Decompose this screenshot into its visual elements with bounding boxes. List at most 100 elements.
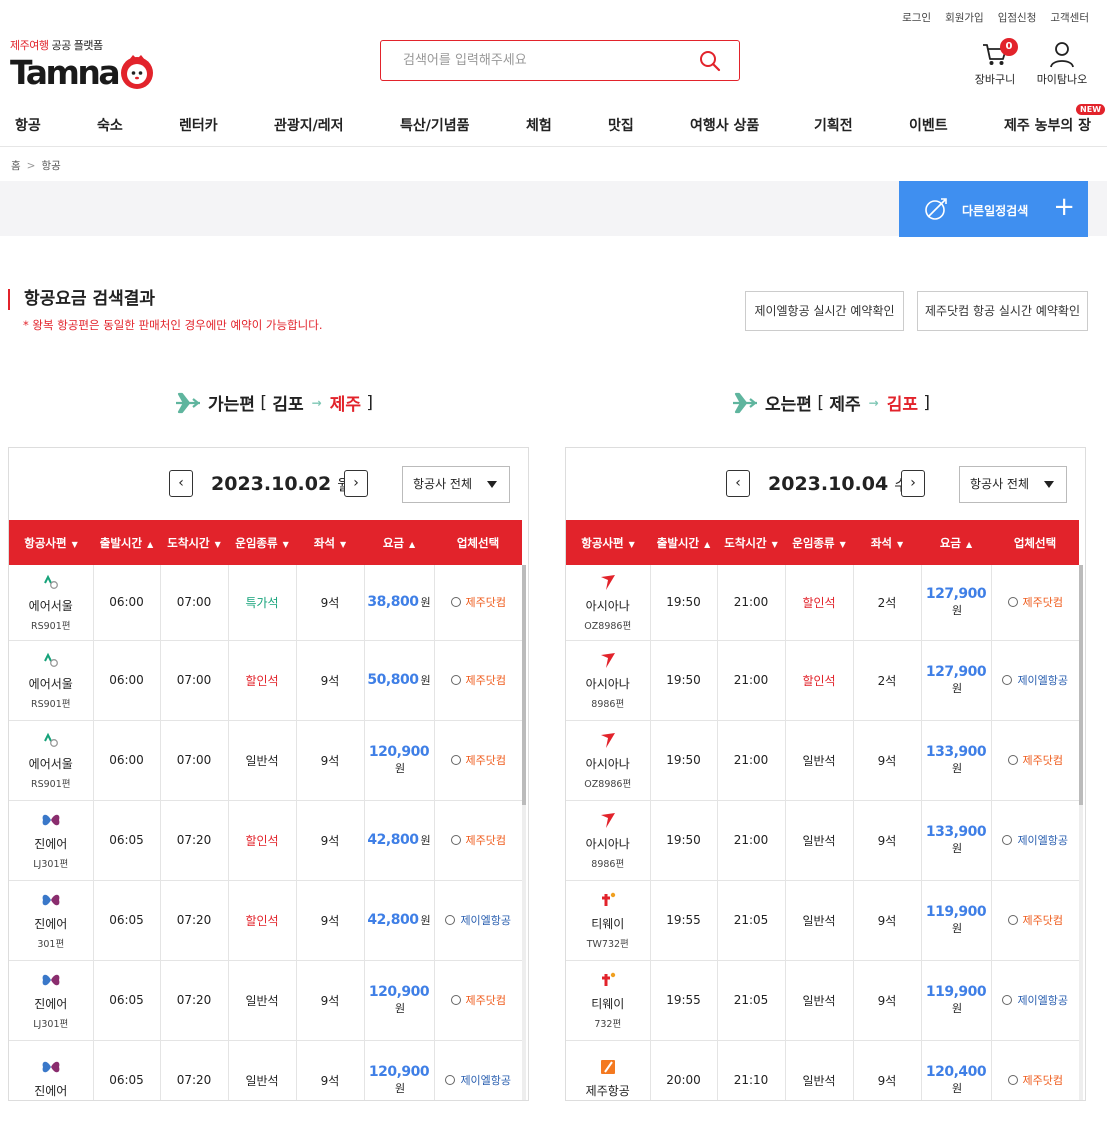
airline-logo-icon bbox=[566, 573, 650, 591]
radio-icon[interactable] bbox=[450, 675, 461, 685]
column-header[interactable]: 운임종류 ▼ bbox=[228, 520, 296, 565]
airline-logo-icon bbox=[9, 731, 93, 749]
column-header[interactable]: 요금 ▲ bbox=[364, 520, 434, 565]
departure-time: 20:00 bbox=[650, 1040, 718, 1100]
nav-travel-agency[interactable]: 여행사 상품 bbox=[690, 115, 759, 135]
airline-name: 티웨이 bbox=[591, 996, 625, 1011]
my-page-button[interactable]: 마이탐나오 bbox=[1034, 40, 1090, 87]
airline-filter-select[interactable]: 항공사 전체 bbox=[959, 466, 1067, 503]
price-cell: 127,900원 bbox=[921, 565, 992, 641]
airline-cell: 진에어 LJ301편 bbox=[9, 960, 94, 1041]
vendor-radio[interactable]: 제주닷컴 bbox=[1007, 596, 1063, 609]
radio-icon[interactable] bbox=[1002, 835, 1013, 845]
nav-experience[interactable]: 체험 bbox=[526, 115, 552, 135]
radio-icon[interactable] bbox=[1007, 755, 1018, 765]
vendor-radio[interactable]: 제주닷컴 bbox=[450, 596, 506, 609]
nav-souvenir[interactable]: 특산/기념품 bbox=[400, 115, 470, 135]
chevron-right-icon[interactable]: › bbox=[901, 470, 925, 497]
other-schedule-button[interactable]: 다른일정검색 + bbox=[899, 181, 1088, 237]
radio-icon[interactable] bbox=[1002, 995, 1013, 1005]
radio-icon[interactable] bbox=[450, 597, 461, 608]
seats: 9석 bbox=[853, 1040, 922, 1100]
column-header[interactable]: 항공사편 ▼ bbox=[9, 520, 93, 565]
radio-icon[interactable] bbox=[450, 995, 461, 1005]
column-header[interactable]: 업체선택 bbox=[434, 520, 522, 565]
breadcrumb-home[interactable]: 홈 bbox=[11, 160, 21, 172]
logo-wordmark: Tamna bbox=[10, 52, 121, 92]
airline-filter-select[interactable]: 항공사 전체 bbox=[402, 466, 510, 503]
partner-apply-link[interactable]: 입점신청 bbox=[998, 10, 1037, 25]
column-header[interactable]: 항공사편 ▼ bbox=[566, 520, 650, 565]
vendor-radio[interactable]: 제주닷컴 bbox=[1007, 754, 1063, 767]
nav-food[interactable]: 맛집 bbox=[608, 115, 634, 135]
radio-icon[interactable] bbox=[1007, 597, 1018, 608]
vendor-radio[interactable]: 제주닷컴 bbox=[450, 674, 506, 687]
radio-icon[interactable] bbox=[1007, 1075, 1018, 1085]
breadcrumb-current[interactable]: 항공 bbox=[41, 160, 60, 172]
customer-center-link[interactable]: 고객센터 bbox=[1050, 10, 1089, 25]
table-row: 진에어 06:05 07:20 일반석 9석 120,900원 제이엘항공 bbox=[9, 1040, 522, 1100]
scrollbar[interactable] bbox=[522, 565, 526, 1100]
scrollbar-thumb[interactable] bbox=[522, 565, 526, 805]
radio-icon[interactable] bbox=[450, 755, 461, 765]
search-icon[interactable] bbox=[699, 50, 721, 72]
chevron-right-icon[interactable]: › bbox=[344, 470, 368, 497]
price-cell: 50,800 원 bbox=[364, 640, 435, 721]
search-input[interactable] bbox=[381, 41, 681, 80]
nav-stay[interactable]: 숙소 bbox=[97, 115, 123, 135]
vendor-radio[interactable]: 제이엘항공 bbox=[445, 1074, 511, 1087]
vendor-radio[interactable]: 제이엘항공 bbox=[445, 914, 511, 927]
nav-rentcar[interactable]: 렌터카 bbox=[179, 115, 218, 135]
vendor-radio[interactable]: 제주닷컴 bbox=[450, 994, 506, 1007]
vendor-radio[interactable]: 제주닷컴 bbox=[450, 754, 506, 767]
vendor-radio[interactable]: 제주닷컴 bbox=[450, 834, 506, 847]
column-header[interactable]: 도착시간 ▼ bbox=[160, 520, 228, 565]
column-header[interactable]: 업체선택 bbox=[991, 520, 1079, 565]
chevron-left-icon[interactable]: ‹ bbox=[169, 470, 193, 497]
signup-link[interactable]: 회원가입 bbox=[945, 10, 984, 25]
site-logo[interactable]: 제주여행 공공 플랫폼 Tamna bbox=[10, 37, 155, 90]
scrollbar-thumb[interactable] bbox=[1079, 565, 1083, 805]
radio-icon[interactable] bbox=[1002, 675, 1013, 685]
radio-icon[interactable] bbox=[450, 835, 461, 845]
seats: 9석 bbox=[296, 800, 365, 881]
column-header[interactable]: 출발시간 ▲ bbox=[650, 520, 717, 565]
column-header[interactable]: 출발시간 ▲ bbox=[93, 520, 160, 565]
vendor-cell: 제이엘항공 bbox=[991, 960, 1079, 1041]
nav-farmers-market[interactable]: 제주 농부의 장 NEW bbox=[1004, 104, 1106, 135]
radio-icon[interactable] bbox=[445, 1075, 456, 1085]
chevron-left-icon[interactable]: ‹ bbox=[726, 470, 750, 497]
cart-button[interactable]: 0 장바구니 bbox=[972, 38, 1018, 87]
vendor-cell: 제주닷컴 bbox=[991, 880, 1079, 961]
sort-icon: ▼ bbox=[839, 539, 846, 549]
nav-event[interactable]: 이벤트 bbox=[909, 115, 948, 135]
seats: 9석 bbox=[853, 880, 922, 961]
column-header[interactable]: 도착시간 ▼ bbox=[717, 520, 785, 565]
radio-icon[interactable] bbox=[445, 915, 456, 925]
nav-special[interactable]: 기획전 bbox=[814, 115, 853, 135]
nav-tour[interactable]: 관광지/레저 bbox=[274, 115, 344, 135]
vendor-radio[interactable]: 제주닷컴 bbox=[1007, 1074, 1063, 1087]
airline-cell: 아시아나 8986편 bbox=[566, 640, 651, 721]
jeju-realtime-check-button[interactable]: 제주닷컴 항공 실시간 예약확인 bbox=[917, 291, 1088, 331]
sort-icon: ▲ bbox=[409, 539, 416, 549]
radio-icon[interactable] bbox=[1007, 915, 1018, 925]
column-header[interactable]: 좌석 ▼ bbox=[296, 520, 364, 565]
airline-cell: 아시아나 OZ8986편 bbox=[566, 720, 651, 801]
login-link[interactable]: 로그인 bbox=[902, 10, 931, 25]
nav-flight[interactable]: 항공 bbox=[15, 115, 41, 135]
scrollbar[interactable] bbox=[1079, 565, 1083, 1100]
caret-down-icon bbox=[487, 481, 497, 488]
jeil-realtime-check-button[interactable]: 제이엘항공 실시간 예약확인 bbox=[745, 291, 904, 331]
column-header[interactable]: 좌석 ▼ bbox=[853, 520, 921, 565]
column-header[interactable]: 운임종류 ▼ bbox=[785, 520, 853, 565]
vendor-radio[interactable]: 제이엘항공 bbox=[1002, 994, 1068, 1007]
fare-type: 할인석 bbox=[228, 800, 297, 881]
price: 119,900 bbox=[925, 984, 987, 1000]
vendor-radio[interactable]: 제이엘항공 bbox=[1002, 834, 1068, 847]
column-header[interactable]: 요금 ▲ bbox=[921, 520, 991, 565]
cart-label: 장바구니 bbox=[974, 73, 1016, 86]
vendor-radio[interactable]: 제주닷컴 bbox=[1007, 914, 1063, 927]
new-badge: NEW bbox=[1076, 104, 1106, 115]
vendor-radio[interactable]: 제이엘항공 bbox=[1002, 674, 1068, 687]
